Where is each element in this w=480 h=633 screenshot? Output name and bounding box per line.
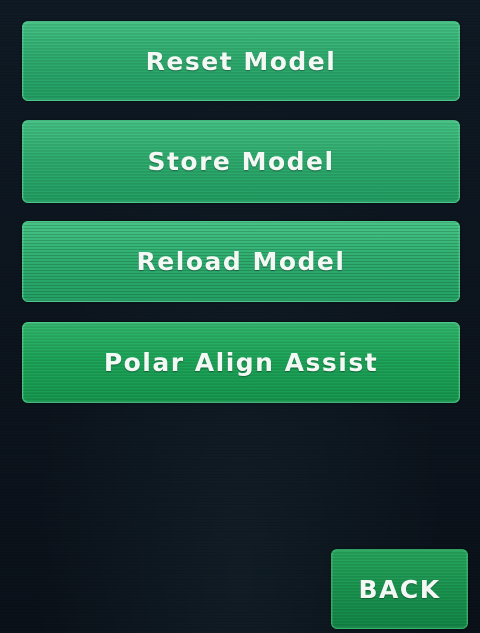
back-label: BACK [358, 574, 441, 604]
store-model-label: Store Model [147, 147, 335, 176]
polar-align-assist-button[interactable]: Polar Align Assist [22, 322, 460, 403]
back-button[interactable]: BACK [331, 549, 468, 629]
reload-model-label: Reload Model [136, 247, 346, 276]
reload-model-button[interactable]: Reload Model [22, 221, 460, 302]
polar-align-assist-label: Polar Align Assist [103, 348, 379, 377]
reset-model-label: Reset Model [145, 46, 337, 76]
reset-model-button[interactable]: Reset Model [22, 21, 460, 101]
store-model-button[interactable]: Store Model [22, 120, 460, 203]
